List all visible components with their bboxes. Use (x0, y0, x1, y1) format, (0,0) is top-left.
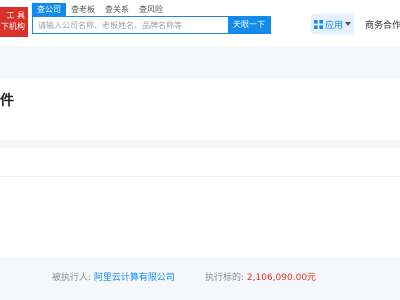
search-input[interactable] (33, 17, 228, 33)
search-bar: 天眼一下 (32, 16, 271, 34)
business-cooperation-link[interactable]: 商务合作 (365, 18, 400, 31)
tab-relation[interactable]: 查关系 (100, 3, 134, 16)
executed-person-field: 被执行人: 阿里云计算有限公司 (52, 262, 175, 294)
site-logo[interactable]: 工 具 下机构 (0, 7, 28, 37)
row-divider (0, 176, 400, 177)
logo-line-1: 工 具 (6, 11, 25, 20)
execution-amount-label: 执行标的: (205, 273, 245, 283)
top-header: 工 具 下机构 查公司 查老板 查关系 查风险 天眼一下 应用 商务合作 (0, 0, 400, 47)
search-button[interactable]: 天眼一下 (228, 17, 270, 33)
apps-grid-icon (313, 19, 323, 29)
apps-menu-label: 应用 (324, 20, 343, 31)
apps-menu-button[interactable]: 应用 (311, 14, 354, 34)
execution-amount-field: 执行标的: 2,106,090.00元 (205, 262, 316, 294)
tab-boss[interactable]: 查老板 (66, 3, 100, 16)
execution-amount-value: 2,106,090.00元 (246, 273, 317, 283)
content-card (0, 148, 400, 258)
tab-risk[interactable]: 查风险 (134, 3, 168, 16)
executed-person-label: 被执行人: (52, 273, 92, 283)
executed-person-link[interactable]: 阿里云计算有限公司 (94, 273, 175, 283)
page-title: 件 (0, 93, 14, 109)
search-type-tabs: 查公司 查老板 查关系 查风险 (32, 3, 168, 16)
chevron-down-icon (345, 22, 351, 26)
execution-record-row: 被执行人: 阿里云计算有限公司 执行标的: 2,106,090.00元 (0, 262, 400, 294)
logo-line-2: 下机构 (1, 22, 25, 31)
tab-company[interactable]: 查公司 (32, 3, 66, 16)
title-card: 件 (0, 78, 400, 140)
